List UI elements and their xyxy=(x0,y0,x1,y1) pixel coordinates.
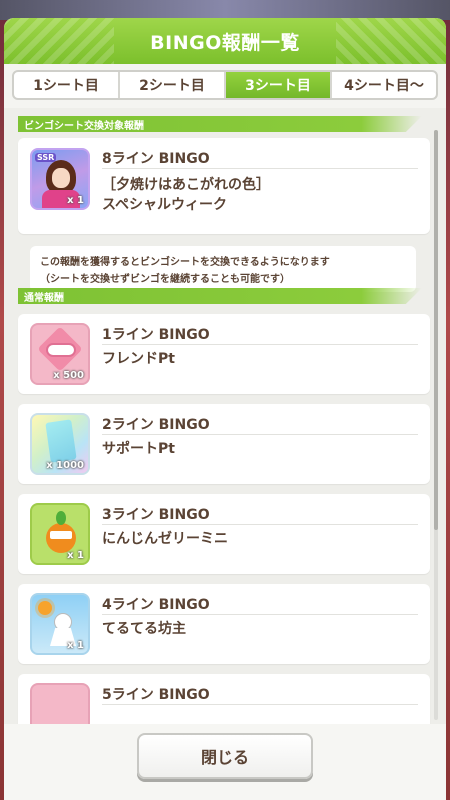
close-button[interactable]: 閉じる xyxy=(137,733,313,779)
bingo-line-label: 1ライン BINGO xyxy=(102,327,210,343)
jelly-label-shape xyxy=(50,531,72,539)
card-divider xyxy=(102,434,418,435)
support-card-shape xyxy=(45,419,77,463)
note-line-1: この報酬を獲得するとビンゴシートを交換できるようになります xyxy=(40,257,330,268)
reward-card-1line[interactable]: x 500 1ライン BINGO フレンドPt xyxy=(18,314,430,394)
reward-quantity: x 1 xyxy=(67,640,84,651)
bingo-line-label: 4ライン BINGO xyxy=(102,597,210,613)
note-line-2: （シートを交換せずビンゴを継続することも可能です） xyxy=(40,274,290,285)
dialog-header: BINGO報酬一覧 xyxy=(4,18,446,64)
bingo-reward-dialog: BINGO報酬一覧 1シート目 2シート目 3シート目 4シート目〜 ビンゴシー… xyxy=(4,18,446,800)
exchange-section-header: ビンゴシート交換対象報酬 xyxy=(18,116,422,132)
card-divider xyxy=(102,344,418,345)
reward-name: にんじんゼリーミニ xyxy=(102,531,228,547)
dialog-footer: 閉じる xyxy=(4,724,446,800)
ssr-support-card-icon: SSR x 1 xyxy=(30,148,90,210)
ssr-badge: SSR xyxy=(35,153,57,162)
card-divider xyxy=(102,704,418,705)
tab-sheet-2[interactable]: 2シート目 xyxy=(120,72,226,98)
exchange-reward-card[interactable]: SSR x 1 8ライン BINGO ［夕焼けはあこがれの色］ スペシャルウィー… xyxy=(18,138,430,234)
tab-sheet-1[interactable]: 1シート目 xyxy=(14,72,120,98)
carrot-jelly-icon: x 1 xyxy=(30,503,90,565)
reward-name: フレンドPt xyxy=(102,351,175,367)
reward-icon xyxy=(30,683,90,724)
tab-sheet-4-plus[interactable]: 4シート目〜 xyxy=(332,72,436,98)
reward-quantity: x 1000 xyxy=(46,460,84,471)
reward-quantity: x 1 xyxy=(67,550,84,561)
bingo-line-label: 2ライン BINGO xyxy=(102,417,210,433)
scrollbar-thumb[interactable] xyxy=(434,130,438,530)
tab-sheet-3[interactable]: 3シート目 xyxy=(226,72,332,98)
exchange-note: この報酬を獲得するとビンゴシートを交換できるようになります （シートを交換せずビ… xyxy=(30,246,416,292)
bingo-line-label: 5ライン BINGO xyxy=(102,687,210,703)
reward-name: スペシャルウィーク xyxy=(102,197,228,213)
teru-teru-bozu-icon: x 1 xyxy=(30,593,90,655)
reward-name: サポートPt xyxy=(102,441,175,457)
sun-shape xyxy=(38,601,52,615)
leaf-shape xyxy=(56,511,66,525)
scrollbar[interactable] xyxy=(434,130,438,720)
reward-card-2line[interactable]: x 1000 2ライン BINGO サポートPt xyxy=(18,404,430,484)
reward-name: てるてる坊主 xyxy=(102,621,186,637)
reward-card-title: ［夕焼けはあこがれの色］ xyxy=(102,177,270,193)
character-face-shape xyxy=(52,168,70,188)
reward-quantity: x 1 xyxy=(67,195,84,206)
normal-section-header: 通常報酬 xyxy=(18,288,422,304)
support-pt-icon: x 1000 xyxy=(30,413,90,475)
handshake-shape xyxy=(46,343,76,357)
background-top-bar xyxy=(0,0,450,20)
reward-card-3line[interactable]: x 1 3ライン BINGO にんじんゼリーミニ xyxy=(18,494,430,574)
reward-card-5line[interactable]: 5ライン BINGO xyxy=(18,674,430,724)
card-divider xyxy=(102,168,418,169)
bingo-line-label: 3ライン BINGO xyxy=(102,507,210,523)
card-divider xyxy=(102,614,418,615)
sheet-tabs: 1シート目 2シート目 3シート目 4シート目〜 xyxy=(12,70,438,100)
reward-quantity: x 500 xyxy=(53,370,84,381)
dialog-title: BINGO報酬一覧 xyxy=(150,31,300,54)
friend-pt-icon: x 500 xyxy=(30,323,90,385)
reward-card-4line[interactable]: x 1 4ライン BINGO てるてる坊主 xyxy=(18,584,430,664)
bingo-line-label: 8ライン BINGO xyxy=(102,151,210,167)
card-divider xyxy=(102,524,418,525)
